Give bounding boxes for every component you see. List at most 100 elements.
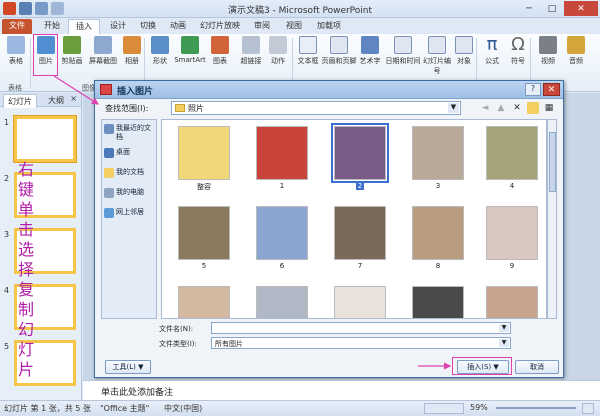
- action-icon: [269, 36, 287, 54]
- group-label-tables: 表格: [8, 84, 22, 92]
- tab-review[interactable]: 审阅: [248, 19, 276, 34]
- slides-panel-tabs: 幻灯片 大纲 ×: [0, 93, 81, 108]
- slide-number: 1: [4, 118, 10, 127]
- object-icon: [455, 36, 473, 54]
- tab-home[interactable]: 开始: [38, 19, 66, 34]
- file-item[interactable]: 3: [406, 122, 470, 202]
- slide-info: 幻灯片 第 1 张，共 5 张: [4, 404, 91, 413]
- smartart-button[interactable]: SmartArt: [172, 36, 208, 64]
- delete-icon[interactable]: ✕: [511, 102, 523, 114]
- equation-button[interactable]: π 公式: [478, 36, 506, 66]
- close-button[interactable]: ✕: [564, 1, 598, 16]
- maximize-button[interactable]: □: [541, 1, 563, 16]
- file-item[interactable]: 7: [328, 202, 392, 282]
- chevron-down-icon: ▼: [448, 103, 459, 113]
- theme-name: "Office 主题": [100, 404, 150, 413]
- tab-addins[interactable]: 加载项: [312, 19, 346, 34]
- file-item[interactable]: [328, 282, 392, 318]
- header-footer-icon: [330, 36, 348, 54]
- file-item[interactable]: 整容: [172, 122, 236, 202]
- video-button[interactable]: 视频: [534, 36, 562, 66]
- header-footer-button[interactable]: 页眉和页脚: [320, 36, 358, 66]
- datetime-button[interactable]: 日期和时间: [384, 36, 422, 66]
- dialog-close-button[interactable]: ✕: [543, 83, 560, 96]
- notes-pane[interactable]: 单击此处添加备注: [83, 380, 600, 400]
- minimize-button[interactable]: ─: [518, 1, 540, 16]
- file-item[interactable]: 9: [480, 202, 544, 282]
- cancel-button[interactable]: 取消: [515, 360, 559, 374]
- tools-button[interactable]: 工具(L) ▼: [105, 360, 151, 374]
- textbox-button[interactable]: 文本框: [294, 36, 322, 66]
- tab-animations[interactable]: 动画: [164, 19, 192, 34]
- clipart-icon: [63, 36, 81, 54]
- file-item[interactable]: 4: [480, 122, 544, 202]
- object-button[interactable]: 对象: [450, 36, 478, 66]
- photo-thumbnail: [178, 286, 230, 318]
- file-item[interactable]: [250, 282, 314, 318]
- network-icon: [104, 208, 114, 218]
- file-item[interactable]: 5: [172, 202, 236, 282]
- fit-window-icon[interactable]: [582, 403, 594, 414]
- slide-number: 3: [4, 230, 10, 239]
- photo-thumbnail: [412, 286, 464, 318]
- view-buttons[interactable]: [424, 403, 464, 414]
- file-item[interactable]: [406, 282, 470, 318]
- tab-insert[interactable]: 插入: [68, 19, 100, 34]
- chart-button[interactable]: 图表: [206, 36, 234, 66]
- tab-outline[interactable]: 大纲: [44, 94, 68, 107]
- slide-number-icon: [428, 36, 446, 54]
- tab-view[interactable]: 视图: [280, 19, 308, 34]
- file-item[interactable]: 2: [328, 122, 392, 202]
- close-panel-icon[interactable]: ×: [70, 94, 77, 103]
- tab-file[interactable]: 文件: [2, 19, 32, 34]
- zoom-slider[interactable]: [496, 407, 576, 409]
- places-bar: 我最近的文档 桌面 我的文档 我的电脑 网上邻居: [101, 119, 157, 319]
- audio-button[interactable]: 音频: [562, 36, 590, 66]
- tab-design[interactable]: 设计: [104, 19, 132, 34]
- slide-thumbnail[interactable]: [13, 115, 77, 163]
- smartart-icon: [181, 36, 199, 54]
- slide-number-button[interactable]: 幻灯片编号: [420, 36, 454, 76]
- album-button[interactable]: 相册: [118, 36, 146, 66]
- file-item[interactable]: 6: [250, 202, 314, 282]
- tab-slides[interactable]: 幻灯片: [3, 94, 37, 108]
- file-name-input[interactable]: ▼: [211, 322, 511, 334]
- dialog-title: 插入图片: [117, 87, 154, 97]
- clipart-button[interactable]: 剪贴画: [58, 36, 86, 66]
- scrollbar-thumb[interactable]: [549, 132, 556, 192]
- ribbon-tabs: 文件 开始 插入 设计 切换 动画 幻灯片放映 审阅 视图 加载项: [0, 18, 600, 34]
- tab-transitions[interactable]: 切换: [134, 19, 162, 34]
- shapes-button[interactable]: 形状: [146, 36, 174, 66]
- back-icon[interactable]: ◄: [479, 102, 491, 114]
- wordart-button[interactable]: 艺术字: [356, 36, 384, 66]
- photo-thumbnail: [486, 126, 538, 180]
- chart-icon: [211, 36, 229, 54]
- file-type-label: 文件类型(I):: [159, 340, 197, 348]
- views-icon[interactable]: ▦: [543, 102, 555, 114]
- action-button[interactable]: 动作: [264, 36, 292, 66]
- screenshot-button[interactable]: 屏幕截图: [86, 36, 120, 66]
- picture-button-highlight: [33, 34, 58, 76]
- calendar-icon: [394, 36, 412, 54]
- slide-number: 2: [4, 174, 10, 183]
- file-item[interactable]: [172, 282, 236, 318]
- new-folder-icon[interactable]: [527, 102, 539, 114]
- file-type-select[interactable]: 所有图片 ▼: [211, 337, 511, 349]
- desktop-icon: [104, 148, 114, 158]
- help-button[interactable]: ?: [525, 83, 541, 96]
- dialog-app-icon: [100, 84, 112, 95]
- tab-slideshow[interactable]: 幻灯片放映: [198, 19, 242, 34]
- table-button[interactable]: 表格: [2, 36, 30, 66]
- folder-icon: [175, 104, 185, 112]
- chevron-down-icon: ▼: [499, 339, 509, 347]
- shapes-icon: [151, 36, 169, 54]
- look-in-dropdown[interactable]: 照片 ▼: [171, 101, 461, 115]
- up-folder-icon[interactable]: ▲: [495, 102, 507, 114]
- file-list-scrollbar[interactable]: [547, 119, 557, 319]
- symbol-button[interactable]: Ω 符号: [504, 36, 532, 66]
- file-item[interactable]: [480, 282, 544, 318]
- file-item[interactable]: 1: [250, 122, 314, 202]
- file-item[interactable]: 8: [406, 202, 470, 282]
- photo-thumbnail: [412, 206, 464, 260]
- hyperlink-button[interactable]: 超链接: [236, 36, 266, 66]
